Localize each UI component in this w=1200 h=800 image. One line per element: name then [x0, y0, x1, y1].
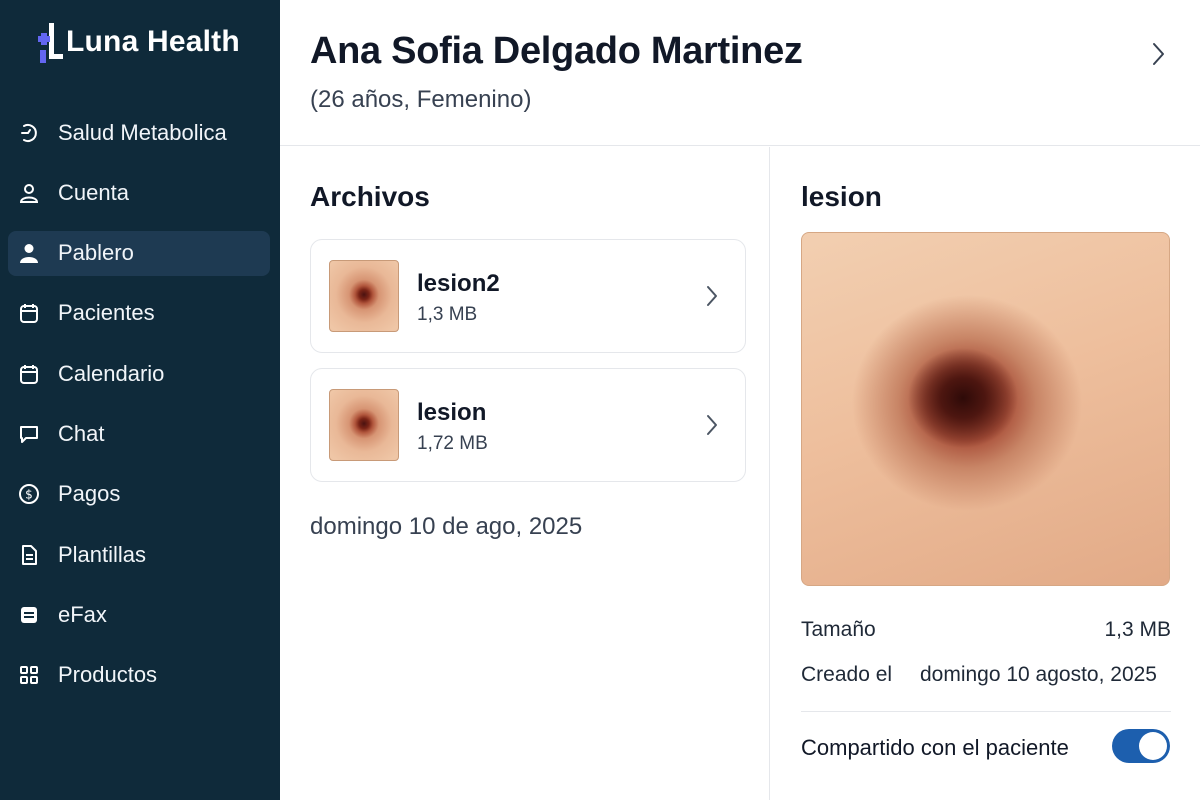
clipboard-icon — [18, 302, 40, 324]
sidebar-item-label: Cuenta — [58, 179, 129, 205]
chevron-right-icon — [703, 284, 721, 308]
brand-logo[interactable]: Luna Health — [36, 22, 240, 63]
files-date: domingo 10 de ago, 2025 — [310, 513, 583, 540]
chevron-right-icon[interactable] — [1146, 40, 1170, 68]
file-thumbnail — [329, 260, 399, 332]
created-value: domingo 10 agosto, 2025 — [919, 663, 1157, 686]
sidebar-item-label: Pacientes — [58, 300, 155, 326]
size-label: Tamaño — [801, 618, 876, 641]
share-toggle[interactable] — [1112, 729, 1170, 763]
share-label: Compartido con el paciente — [801, 735, 1069, 760]
sidebar-item-pablero[interactable]: Pablero — [8, 230, 270, 276]
sidebar-item-label: Chat — [58, 420, 105, 446]
user-outline-icon — [18, 182, 40, 204]
file-size: 1,3 MB — [417, 304, 478, 325]
patient-name: Ana Sofia Delgado Martinez — [310, 30, 803, 72]
sidebar-item-label: Productos — [58, 662, 158, 688]
image-preview[interactable] — [801, 232, 1170, 586]
sidebar-item-plantillas[interactable]: Plantillas — [8, 532, 270, 577]
sidebar-item-label: eFax — [58, 601, 107, 627]
sidebar-item-pagos[interactable]: $ Pagos — [8, 472, 270, 517]
size-value: 1,3 MB — [1104, 618, 1171, 641]
dollar-circle-icon: $ — [18, 483, 40, 505]
brand-mark-icon — [36, 23, 64, 63]
grid-icon — [18, 664, 40, 686]
files-panel: Archivos lesion2 1,3 MB lesion 1,72 MB d… — [280, 147, 770, 800]
brand-name: Luna Health — [66, 25, 240, 58]
files-title: Archivos — [310, 181, 430, 212]
sidebar: Luna Health Salud Metabolica Cuenta Pabl… — [0, 0, 280, 800]
calendar-icon — [18, 363, 40, 385]
fax-icon — [18, 604, 40, 626]
user-filled-icon — [18, 242, 40, 264]
divider — [801, 711, 1171, 712]
sidebar-item-label: Pagos — [58, 481, 121, 507]
sidebar-nav: Salud Metabolica Cuenta Pablero Paciente… — [8, 110, 270, 713]
patient-demographics: (26 años, Femenino) — [310, 86, 532, 113]
sidebar-item-label: Pablero — [58, 240, 134, 266]
created-label: Creado el — [801, 663, 893, 686]
file-detail-panel: lesion Tamaño 1,3 MB Creado el domingo 1… — [771, 147, 1200, 800]
sidebar-item-calendario[interactable]: Calendario — [8, 351, 270, 396]
file-size: 1,72 MB — [417, 433, 488, 454]
detail-title: lesion — [801, 181, 882, 212]
file-name: lesion2 — [417, 270, 500, 297]
patient-header: Ana Sofia Delgado Martinez (26 años, Fem… — [280, 0, 1200, 146]
document-icon — [18, 544, 40, 566]
sidebar-item-label: Plantillas — [58, 541, 147, 567]
sidebar-item-salud-metabolica[interactable]: Salud Metabolica — [8, 110, 270, 155]
file-name: lesion — [417, 399, 487, 426]
file-card-lesion[interactable]: lesion 1,72 MB — [310, 368, 746, 482]
sidebar-item-cuenta[interactable]: Cuenta — [8, 170, 270, 215]
sidebar-item-efax[interactable]: eFax — [8, 592, 270, 637]
sidebar-item-pacientes[interactable]: Pacientes — [8, 291, 270, 336]
file-card-lesion2[interactable]: lesion2 1,3 MB — [310, 239, 746, 353]
metabolic-icon — [18, 122, 40, 144]
sidebar-item-productos[interactable]: Productos — [8, 653, 270, 698]
toggle-knob — [1139, 732, 1167, 760]
sidebar-item-chat[interactable]: Chat — [8, 411, 270, 456]
sidebar-item-label: Calendario — [58, 360, 165, 386]
file-thumbnail — [329, 389, 399, 461]
chevron-right-icon — [703, 413, 721, 437]
svg-text:$: $ — [25, 488, 33, 502]
chat-bubble-icon — [18, 423, 40, 445]
sidebar-item-label: Salud Metabolica — [58, 119, 227, 145]
